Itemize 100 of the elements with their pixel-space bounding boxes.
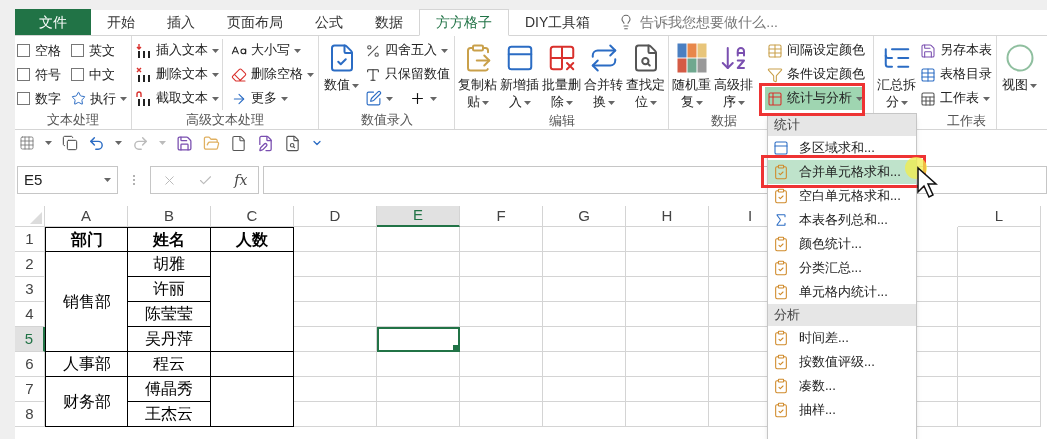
ribbon-tab[interactable]: 文件: [15, 9, 91, 35]
ribbon-tab[interactable]: 开始: [91, 9, 151, 35]
borders-icon[interactable]: [19, 135, 35, 151]
clipboard-check-icon: [773, 260, 789, 276]
large-ribbon-button[interactable]: 高级排序: [713, 39, 754, 111]
table-cell: 部门: [45, 227, 128, 252]
menu-item[interactable]: 凑数...: [768, 374, 916, 398]
menu-item[interactable]: 单元格内统计...: [768, 280, 916, 304]
ribbon-button[interactable]: 表格目录: [918, 63, 994, 86]
caret-icon: [104, 178, 111, 182]
checkbox[interactable]: [17, 68, 30, 81]
drag-handle-icon[interactable]: [132, 174, 136, 186]
menu-item[interactable]: 分类汇总...: [768, 256, 916, 280]
caret-icon: [115, 141, 122, 145]
copy-icon[interactable]: [62, 135, 78, 151]
save-icon[interactable]: [176, 134, 193, 152]
selected-cell[interactable]: [377, 327, 460, 352]
column-header[interactable]: D: [294, 206, 377, 227]
group-label: 数据: [711, 112, 737, 130]
ribbon-button[interactable]: 截取文本: [134, 87, 221, 110]
menu-item[interactable]: 颜色统计...: [768, 232, 916, 256]
checkbox[interactable]: [17, 92, 30, 105]
insert-function-button[interactable]: fx: [234, 169, 248, 191]
column-header[interactable]: A: [45, 206, 128, 227]
table-cell: 傅晶秀: [128, 377, 211, 402]
clipboard-check-icon: [773, 354, 789, 370]
clipboard-check-icon: [773, 378, 789, 394]
checkbox-option[interactable]: 中文: [71, 63, 129, 86]
run-button[interactable]: 执行: [71, 87, 129, 110]
ribbon-tab[interactable]: 数据: [359, 9, 419, 35]
caret-icon: [607, 100, 615, 105]
column-header[interactable]: G: [543, 206, 626, 227]
large-ribbon-button[interactable]: 合并转换: [583, 39, 624, 111]
ribbon-button[interactable]: 只保留数值: [363, 63, 452, 86]
ribbon-button[interactable]: 间隔设定颜色: [765, 39, 867, 62]
ribbon-button[interactable]: 插入文本: [134, 39, 221, 62]
row-header[interactable]: 3: [15, 277, 45, 302]
row-header[interactable]: 8: [15, 402, 45, 427]
ribbon-button[interactable]: 更多: [229, 87, 290, 110]
checkbox-option[interactable]: 空格: [17, 39, 67, 62]
ribbon-button[interactable]: 统计与分析: [765, 87, 865, 110]
menu-item[interactable]: 多区域求和...: [768, 136, 916, 160]
checkbox[interactable]: [17, 44, 30, 57]
large-ribbon-button[interactable]: 汇总拆分: [876, 39, 917, 111]
caret-icon: [565, 100, 573, 105]
column-header[interactable]: F: [460, 206, 543, 227]
row-header[interactable]: 6: [15, 352, 45, 377]
file-search-icon[interactable]: [284, 134, 301, 152]
large-ribbon-button[interactable]: 随机重复: [671, 39, 712, 111]
ribbon-tab[interactable]: 页面布局: [211, 9, 299, 35]
row-header[interactable]: 1: [15, 227, 45, 252]
ribbon-button[interactable]: 工作表: [918, 87, 992, 110]
checkbox-option[interactable]: 符号: [17, 63, 67, 86]
file-edit-icon[interactable]: [257, 134, 274, 152]
menu-item[interactable]: 本表各列总和...: [768, 208, 916, 232]
ribbon-button[interactable]: 删除文本: [134, 63, 221, 86]
column-header[interactable]: E: [377, 206, 460, 227]
ribbon-button[interactable]: 另存本表: [918, 39, 994, 62]
tell-me-field[interactable]: 告诉我您想要做什么...: [640, 11, 831, 33]
column-header[interactable]: H: [626, 206, 709, 227]
checkbox-option[interactable]: 数字: [17, 87, 67, 110]
row-header[interactable]: 7: [15, 377, 45, 402]
file-icon[interactable]: [230, 134, 247, 152]
table-cell: 胡雅: [128, 252, 211, 277]
column-header[interactable]: L: [958, 206, 1041, 227]
large-ribbon-button[interactable]: 新增插入: [499, 39, 540, 111]
clipboard-check-icon: [773, 284, 789, 300]
table-cell: 财务部: [45, 377, 128, 427]
ribbon-tab[interactable]: 公式: [299, 9, 359, 35]
large-ribbon-button[interactable]: 批量删除: [541, 39, 582, 111]
column-header[interactable]: B: [128, 206, 211, 227]
large-ribbon-button[interactable]: 视图: [999, 39, 1040, 94]
checkbox[interactable]: [71, 68, 84, 81]
ribbon-tab[interactable]: 方方格子: [419, 9, 509, 36]
large-ribbon-button[interactable]: 查找定位: [625, 39, 666, 111]
table-cell: 销售部: [45, 252, 128, 352]
large-ribbon-button[interactable]: 数值: [321, 39, 362, 94]
undo-icon[interactable]: [88, 134, 105, 152]
filter-icon: [767, 66, 783, 83]
checkbox-option[interactable]: 英文: [71, 39, 129, 62]
menu-item[interactable]: 抽样...: [768, 398, 916, 422]
ribbon-tab[interactable]: 插入: [151, 9, 211, 35]
ribbon-button[interactable]: 条件设定颜色: [765, 63, 867, 86]
row-header[interactable]: 5: [15, 327, 45, 352]
clipboard-check-icon: [773, 236, 789, 252]
large-ribbon-button[interactable]: 复制粘贴: [457, 39, 498, 111]
name-box[interactable]: E5: [17, 166, 118, 194]
ribbon-button[interactable]: 四舍五入: [363, 39, 450, 62]
column-header[interactable]: C: [211, 206, 294, 227]
checkbox[interactable]: [71, 44, 84, 57]
row-header[interactable]: 4: [15, 302, 45, 327]
menu-item[interactable]: 时间差...: [768, 326, 916, 350]
menu-item[interactable]: 合并单元格求和...: [768, 160, 916, 184]
sheet-icon: [920, 90, 936, 107]
menu-item[interactable]: 空白单元格求和...: [768, 184, 916, 208]
menu-item[interactable]: 按数值评级...: [768, 350, 916, 374]
ribbon-button[interactable]: 删除空格: [229, 63, 316, 86]
row-header[interactable]: 2: [15, 252, 45, 277]
ribbon-button[interactable]: 大小写: [229, 39, 303, 62]
ribbon-tab[interactable]: DIY工具箱: [509, 9, 607, 35]
